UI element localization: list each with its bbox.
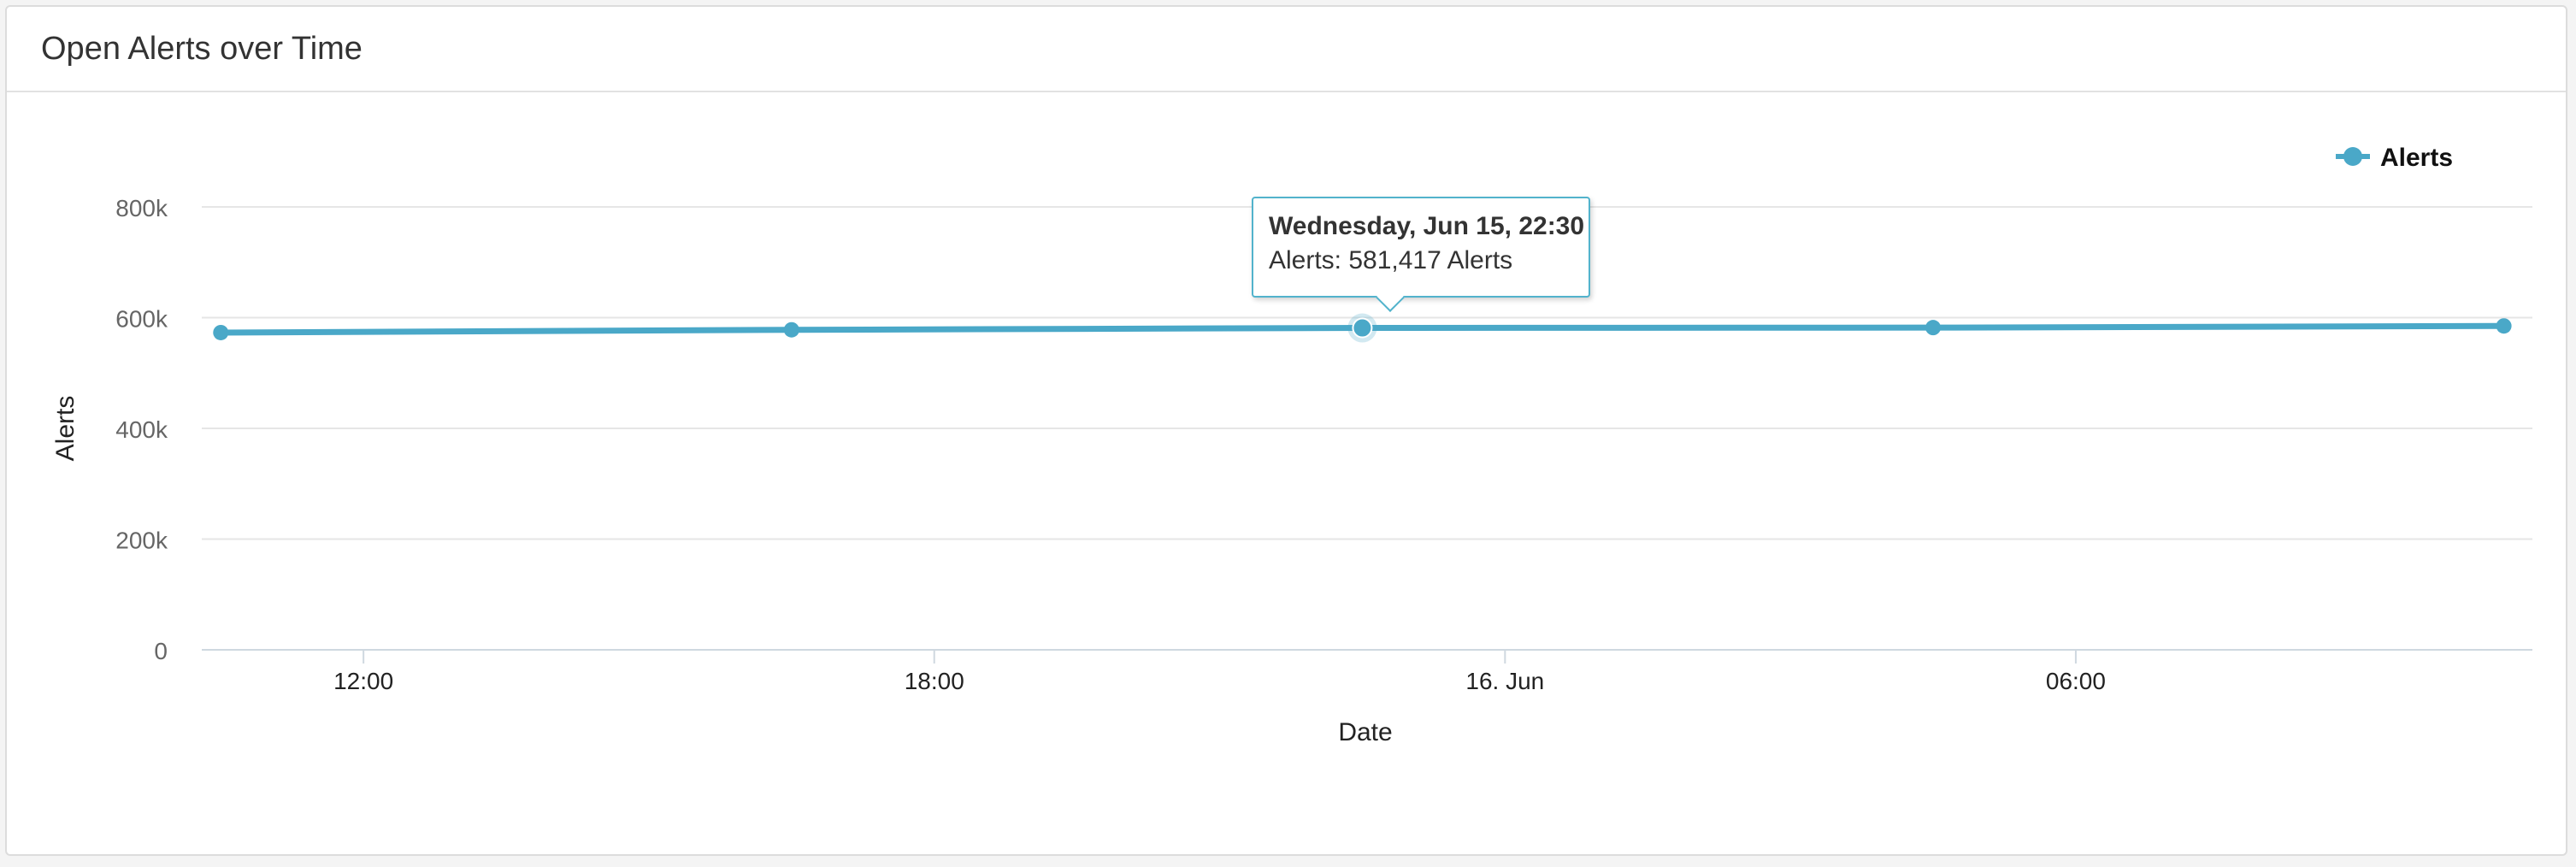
data-point	[783, 321, 799, 338]
tooltip-title: Wednesday, Jun 15, 22:30	[1269, 212, 1585, 240]
x-tick-label: 12:00	[333, 668, 393, 694]
y-tick-label: 600k	[115, 306, 168, 333]
legend-marker-alerts	[2343, 147, 2362, 166]
data-point	[2496, 318, 2512, 334]
line-chart: 0 200k 400k 600k 800k 12:00 18:00 16. Jun 06:00 D…	[51, 144, 2532, 746]
x-tick-label: 18:00	[905, 668, 964, 694]
data-point	[1352, 317, 1373, 339]
chart-tooltip: Wednesday, Jun 15, 22:30 Alerts: 581,417…	[1252, 197, 1590, 312]
chart-area: 0 200k 400k 600k 800k 12:00 18:00 16. Jun 06:00 D…	[0, 0, 2576, 863]
data-point	[1925, 320, 1942, 336]
data-point	[213, 324, 229, 340]
tooltip-body: Alerts: 581,417 Alerts	[1269, 246, 1513, 274]
y-tick-label: 200k	[115, 528, 168, 554]
y-axis-title: Alerts	[51, 396, 80, 462]
legend-label-alerts: Alerts	[2380, 144, 2453, 172]
y-tick-label: 800k	[115, 195, 168, 221]
y-tick-label: 0	[154, 638, 168, 664]
x-axis-title: Date	[1338, 718, 1392, 746]
x-tick-label: 06:00	[2046, 668, 2106, 694]
x-tick-label: 16. Jun	[1465, 668, 1544, 694]
y-tick-label: 400k	[115, 416, 168, 443]
